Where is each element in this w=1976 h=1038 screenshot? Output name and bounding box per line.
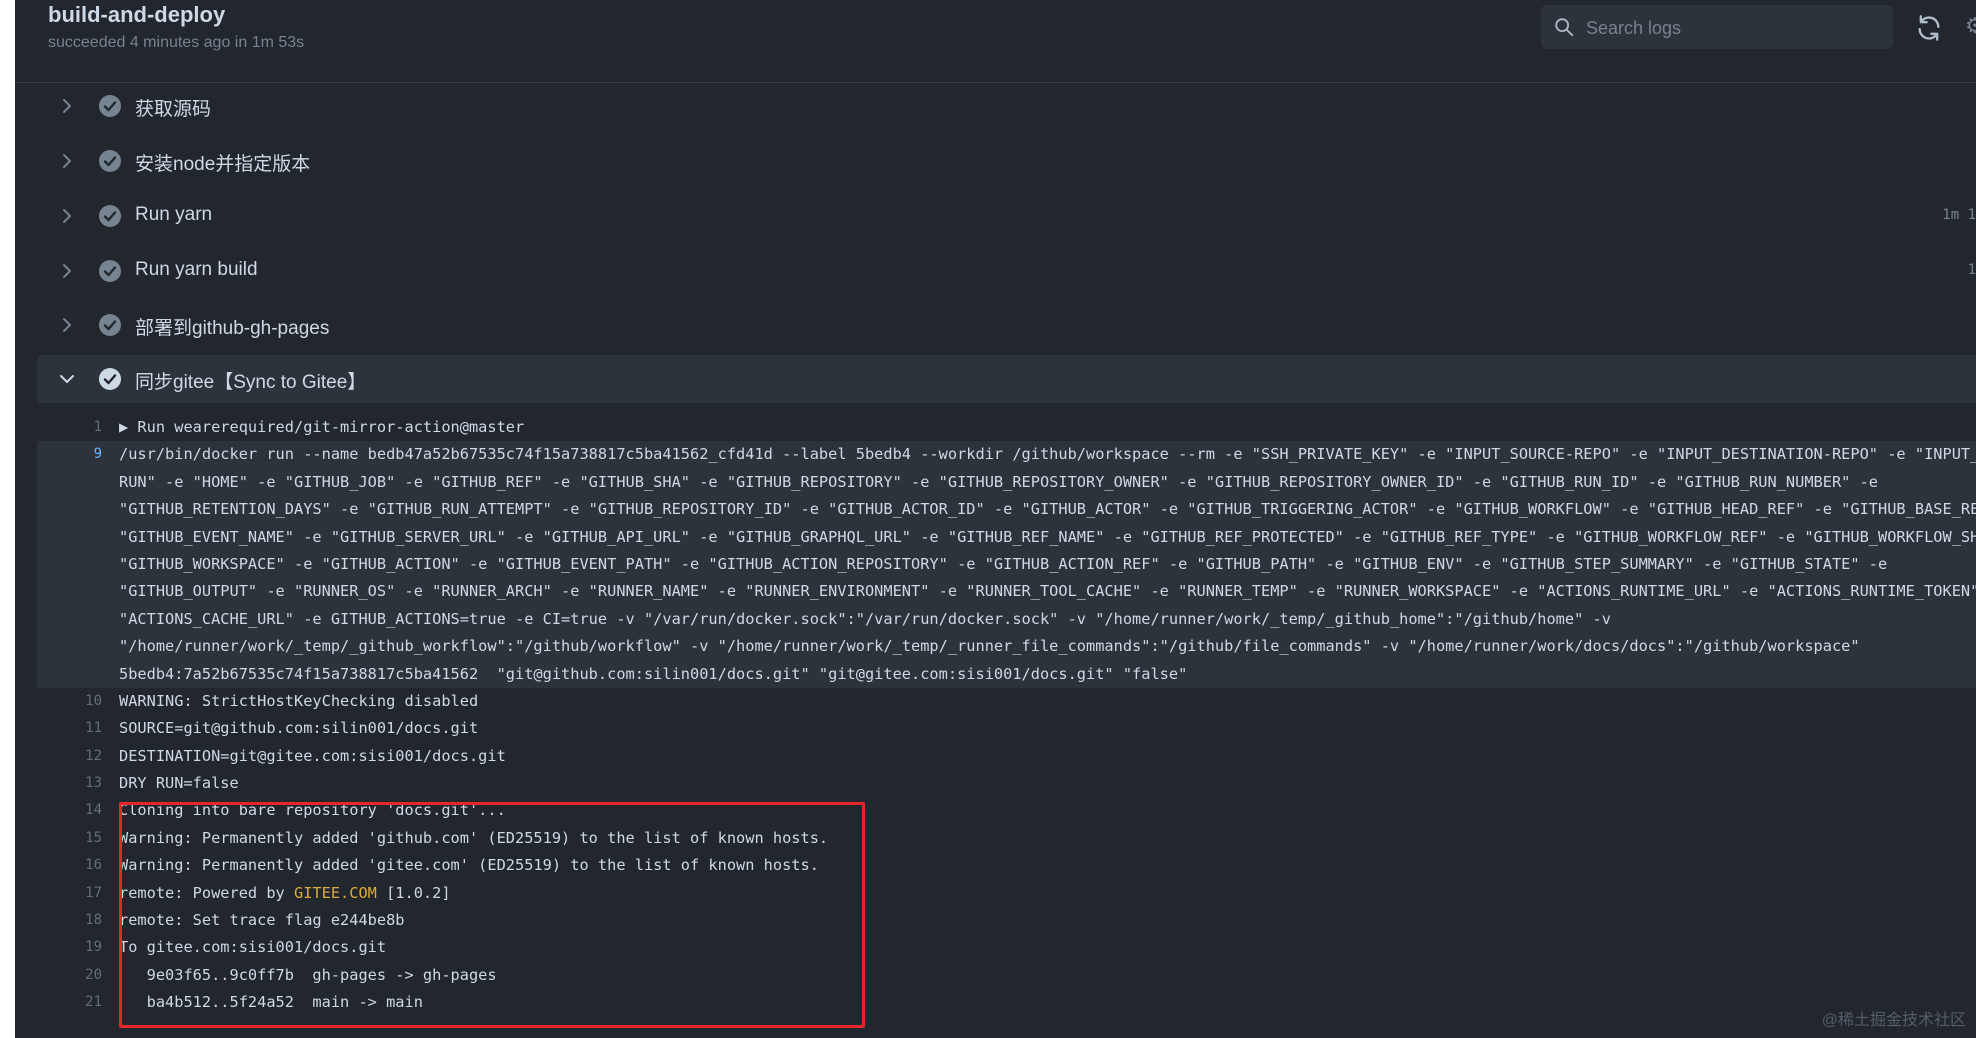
chevron-right-icon — [63, 318, 71, 332]
line-number[interactable]: 17 — [37, 880, 102, 907]
log-line: 9/usr/bin/docker run --name bedb47a52b67… — [37, 441, 1976, 469]
chevron-right-icon — [63, 209, 71, 223]
step-row[interactable]: 部署到github-gh-pages — [37, 301, 1976, 349]
log-text: ba4b512..5f24a52 main -> main — [119, 993, 423, 1012]
log-text: SOURCE=git@github.com:silin001/docs.git — [119, 719, 479, 738]
line-number[interactable]: 14 — [37, 797, 102, 824]
line-number[interactable]: 20 — [37, 962, 102, 989]
log-line: 19 To gitee.com:sisi001/docs.git — [37, 934, 1976, 961]
log-text: To gitee.com:sisi001/docs.git — [119, 938, 387, 957]
search-input[interactable] — [1584, 12, 1888, 44]
log-text: Cloning into bare repository 'docs.git'.… — [119, 801, 506, 820]
line-number[interactable]: 21 — [37, 989, 102, 1016]
step-row[interactable]: 获取源码 — [37, 82, 1976, 130]
job-header: build-and-deploy succeeded 4 minutes ago… — [15, 0, 1976, 83]
log-text: DRY RUN=false — [119, 774, 239, 793]
step-label: 部署到github-gh-pages — [135, 318, 330, 339]
log-text: "GITHUB_OUTPUT" -e "RUNNER_OS" -e "RUNNE… — [119, 582, 1976, 601]
chevron-down-icon — [60, 375, 74, 383]
log-line: 13 DRY RUN=false — [37, 770, 1976, 797]
step-row[interactable]: Run yarn 1m 1 — [37, 192, 1976, 240]
log-line: 21 ba4b512..5f24a52 main -> main — [37, 989, 1976, 1016]
check-circle-icon — [99, 205, 121, 227]
line-number[interactable]: 19 — [37, 934, 102, 961]
log-line: 16 Warning: Permanently added 'gitee.com'… — [37, 852, 1976, 879]
step-row[interactable]: 安装node并指定版本 — [37, 137, 1976, 185]
log-text: "GITHUB_WORKSPACE" -e "GITHUB_ACTION" -e… — [119, 554, 1888, 573]
log-line: 14 Cloning into bare repository 'docs.git… — [37, 797, 1976, 824]
log-line: 18 remote: Set trace flag e244be8b — [37, 907, 1976, 934]
job-log-panel: build-and-deploy succeeded 4 minutes ago… — [15, 0, 1976, 1038]
log-line: "GITHUB_OUTPUT" -e "RUNNER_OS" -e "RUNNE… — [37, 578, 1976, 606]
log-text: WARNING: StrictHostKeyChecking disabled — [119, 691, 479, 710]
log-line: 12 DESTINATION=git@gitee.com:sisi001/docs… — [37, 743, 1976, 770]
line-number[interactable]: 12 — [37, 743, 102, 770]
check-circle-icon — [99, 314, 121, 336]
log-line: RUN" -e "HOME" -e "GITHUB_JOB" -e "GITHU… — [37, 468, 1976, 497]
refresh-icon[interactable] — [1915, 14, 1943, 42]
log-line: "/home/runner/work/_temp/_github_workflo… — [37, 633, 1976, 661]
line-number[interactable]: 1 — [37, 414, 102, 441]
log-text: ▶ Run wearerequired/git-mirror-action@ma… — [119, 418, 525, 436]
chevron-right-icon — [63, 264, 71, 278]
log-line: 10 WARNING: StrictHostKeyChecking disable… — [37, 688, 1976, 715]
search-box[interactable] — [1541, 5, 1893, 49]
log-line: "ACTIONS_CACHE_URL" -e GITHUB_ACTIONS=tr… — [37, 605, 1976, 634]
log-text: "GITHUB_EVENT_NAME" -e "GITHUB_SERVER_UR… — [119, 527, 1976, 546]
log-text: "ACTIONS_CACHE_URL" -e GITHUB_ACTIONS=tr… — [119, 609, 1611, 628]
log-text: remote: Powered by GITEE.COM [1.0.2] — [119, 880, 451, 907]
step-label: Run yarn — [135, 204, 213, 225]
log-line: "GITHUB_RETENTION_DAYS" -e "GITHUB_RUN_A… — [37, 496, 1976, 524]
step-label: 安装node并指定版本 — [135, 154, 311, 175]
line-number[interactable]: 9 — [37, 441, 102, 468]
gitee-link[interactable]: GITEE.COM — [294, 884, 377, 902]
log-line: 17 remote: Powered by GITEE.COM [1.0.2] — [37, 880, 1976, 907]
line-number[interactable]: 13 — [37, 770, 102, 797]
step-row[interactable]: Run yarn build 1 — [37, 247, 1976, 295]
log-text: Warning: Permanently added 'gitee.com' (… — [119, 856, 819, 875]
log-line: 15 Warning: Permanently added 'github.com… — [37, 825, 1976, 852]
job-status: succeeded 4 minutes ago in 1m 53s — [48, 34, 305, 51]
log-text: "GITHUB_RETENTION_DAYS" -e "GITHUB_RUN_A… — [119, 500, 1976, 519]
log-text: 5bedb4:7a52b67535c74f15a738817c5ba41562 … — [119, 664, 1188, 683]
job-title: build-and-deploy — [48, 2, 226, 27]
log-text: 9e03f65..9c0ff7b gh-pages -> gh-pages — [119, 965, 497, 984]
step-duration: 1 — [1967, 262, 1976, 278]
log-line: 5bedb4:7a52b67535c74f15a738817c5ba41562 … — [37, 660, 1976, 688]
log-line: 1 ▶ Run wearerequired/git-mirror-action@m… — [37, 414, 1976, 441]
log-text: /usr/bin/docker run --name bedb47a52b675… — [119, 445, 1976, 464]
more-icon[interactable]: ⚙ — [1965, 12, 1976, 40]
log-output: 1 ▶ Run wearerequired/git-mirror-action@m… — [37, 414, 1976, 1017]
log-text: Warning: Permanently added 'github.com' … — [119, 828, 829, 847]
check-circle-icon — [99, 150, 121, 172]
check-circle-icon — [99, 260, 121, 282]
check-circle-icon — [99, 368, 121, 390]
chevron-right-icon — [63, 99, 71, 113]
log-line: "GITHUB_WORKSPACE" -e "GITHUB_ACTION" -e… — [37, 550, 1976, 579]
check-circle-icon — [99, 95, 121, 117]
step-label: 同步gitee【Sync to Gitee】 — [135, 372, 367, 393]
line-number[interactable]: 18 — [37, 907, 102, 934]
log-text-suffix: [1.0.2] — [386, 883, 451, 902]
log-text-prefix: remote: Powered by — [119, 883, 294, 902]
log-text: remote: Set trace flag e244be8b — [119, 911, 405, 930]
log-text: RUN" -e "HOME" -e "GITHUB_JOB" -e "GITHU… — [119, 472, 1879, 491]
line-number[interactable]: 11 — [37, 715, 102, 742]
line-number[interactable]: 16 — [37, 852, 102, 879]
line-number[interactable]: 10 — [37, 688, 102, 715]
step-label: 获取源码 — [135, 99, 212, 120]
search-icon — [1555, 18, 1574, 37]
log-text: "/home/runner/work/_temp/_github_workflo… — [119, 637, 1860, 656]
log-line: 20 9e03f65..9c0ff7b gh-pages -> gh-pages — [37, 962, 1976, 989]
log-line: "GITHUB_EVENT_NAME" -e "GITHUB_SERVER_UR… — [37, 523, 1976, 551]
log-line: 11 SOURCE=git@github.com:silin001/docs.gi… — [37, 715, 1976, 742]
watermark: @稀土掘金技术社区 — [1821, 1012, 1966, 1029]
chevron-right-icon — [63, 154, 71, 168]
line-number[interactable]: 15 — [37, 825, 102, 852]
step-row[interactable]: 同步gitee【Sync to Gitee】 — [37, 355, 1976, 403]
step-duration: 1m 1 — [1942, 207, 1976, 223]
step-label: Run yarn build — [135, 259, 258, 280]
log-text: DESTINATION=git@gitee.com:sisi001/docs.g… — [119, 746, 506, 765]
